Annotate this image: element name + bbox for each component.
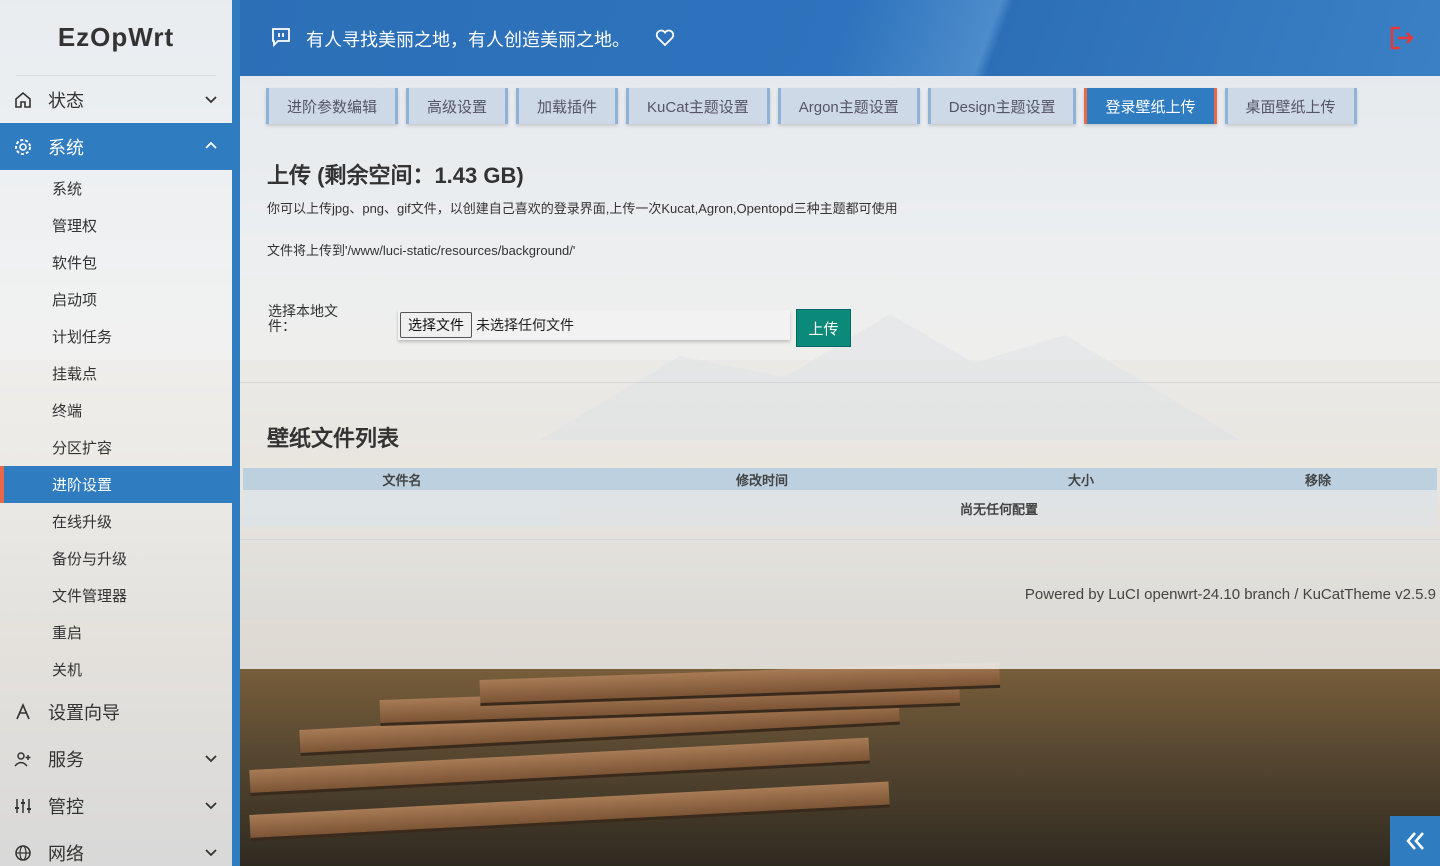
sidebar-subitem-crontab[interactable]: 计划任务	[0, 318, 232, 355]
tab-advanced-params[interactable]: 进阶参数编辑	[266, 88, 399, 124]
file-input[interactable]: 选择文件 未选择任何文件	[398, 310, 790, 340]
chevron-down-icon	[205, 849, 217, 857]
file-status-text: 未选择任何文件	[476, 317, 574, 333]
users-icon	[12, 748, 34, 770]
sidebar: EzOpWrt 状态 系统 系统 管理权 软件包 启动项 计划任务 挂载点 终端…	[0, 0, 240, 866]
chevron-down-icon	[205, 755, 217, 763]
sidebar-subitem-packages[interactable]: 软件包	[0, 244, 232, 281]
sidebar-item-network[interactable]: 网络	[0, 829, 232, 866]
sidebar-subitem-partexp[interactable]: 分区扩容	[0, 429, 232, 466]
choose-file-button[interactable]: 选择文件	[400, 312, 472, 338]
sidebar-subitem-admin[interactable]: 管理权	[0, 207, 232, 244]
chevron-down-icon	[205, 96, 217, 104]
sidebar-subitem-advanced[interactable]: 进阶设置	[0, 466, 232, 503]
wizard-icon	[12, 701, 34, 723]
empty-cell	[243, 490, 561, 526]
column-header-modified: 修改时间	[735, 472, 788, 488]
empty-table-message: 尚无任何配置	[561, 490, 1437, 526]
sidebar-item-system[interactable]: 系统	[0, 123, 232, 170]
file-field-label: 选择本地文件：	[268, 303, 338, 334]
divider	[240, 539, 1440, 540]
sidebar-item-label: 管控	[48, 796, 84, 817]
upload-description: 你可以上传jpg、png、gif文件，以创建自己喜欢的登录界面,上传一次Kuca…	[267, 201, 898, 216]
sidebar-subitem-backup[interactable]: 备份与升级	[0, 540, 232, 577]
tab-advanced-settings[interactable]: 高级设置	[406, 88, 509, 124]
logout-icon[interactable]	[1388, 24, 1416, 52]
sliders-icon	[12, 795, 34, 817]
home-icon	[12, 89, 34, 111]
column-header-remove: 移除	[1304, 472, 1331, 488]
footer-text: Powered by LuCI openwrt-24.10 branch / K…	[1024, 586, 1436, 603]
column-header-size: 大小	[1067, 472, 1094, 488]
sidebar-item-services[interactable]: 服务	[0, 735, 232, 782]
sidebar-item-status[interactable]: 状态	[0, 76, 232, 123]
tab-design-theme[interactable]: Design主题设置	[927, 88, 1077, 124]
upload-button[interactable]: 上传	[796, 309, 851, 347]
upload-path-note: 文件将上传到'/www/luci-static/resources/backgr…	[267, 243, 576, 258]
collapse-sidebar-button[interactable]	[1390, 816, 1440, 866]
sidebar-item-wizard[interactable]: 设置向导	[0, 688, 232, 735]
sidebar-subitem-mounts[interactable]: 挂载点	[0, 355, 232, 392]
sidebar-item-label: 状态	[48, 90, 84, 111]
gear-icon	[12, 136, 34, 158]
system-submenu: 系统 管理权 软件包 启动项 计划任务 挂载点 终端 分区扩容 进阶设置 在线升…	[0, 170, 232, 688]
sidebar-item-label: 服务	[48, 749, 84, 770]
sidebar-subitem-filemanager[interactable]: 文件管理器	[0, 577, 232, 614]
brand-logo: EzOpWrt	[16, 0, 216, 76]
table-row: 尚无任何配置	[243, 490, 1437, 526]
message-icon	[272, 28, 290, 48]
tab-argon-theme[interactable]: Argon主题设置	[777, 88, 920, 124]
sidebar-item-label: 系统	[48, 137, 84, 158]
top-header: 有人寻找美丽之地，有人创造美丽之地。	[240, 0, 1440, 76]
wallpaper-table: 文件名 修改时间 大小 移除 尚无任何配置	[243, 468, 1437, 526]
header-motto: 有人寻找美丽之地，有人创造美丽之地。	[306, 30, 630, 50]
tab-load-plugins[interactable]: 加载插件	[516, 88, 619, 124]
double-chevron-left-icon	[1406, 832, 1424, 850]
sidebar-subitem-terminal[interactable]: 终端	[0, 392, 232, 429]
chevron-up-icon	[205, 141, 217, 149]
tab-desktop-wallpaper[interactable]: 桌面壁纸上传	[1224, 88, 1357, 124]
sidebar-subitem-startup[interactable]: 启动项	[0, 281, 232, 318]
globe-icon	[12, 842, 34, 864]
sidebar-item-label: 设置向导	[48, 702, 120, 723]
tab-kucat-theme[interactable]: KuCat主题设置	[626, 88, 770, 124]
sidebar-subitem-poweroff[interactable]: 关机	[0, 651, 232, 688]
sidebar-subitem-reboot[interactable]: 重启	[0, 614, 232, 651]
divider	[240, 382, 1440, 383]
wallpaper-list-title: 壁纸文件列表	[267, 426, 400, 451]
upload-title: 上传 (剩余空间：1.43 GB)	[267, 163, 524, 188]
table-header: 文件名 修改时间 大小 移除	[243, 468, 1437, 490]
tab-login-wallpaper[interactable]: 登录壁纸上传	[1084, 88, 1217, 124]
column-header-filename: 文件名	[382, 472, 422, 488]
heart-icon[interactable]	[654, 27, 676, 49]
tab-bar: 进阶参数编辑 高级设置 加载插件 KuCat主题设置 Argon主题设置 Des…	[266, 88, 1357, 124]
sidebar-subitem-online-upgrade[interactable]: 在线升级	[0, 503, 232, 540]
main-content: 进阶参数编辑 高级设置 加载插件 KuCat主题设置 Argon主题设置 Des…	[240, 76, 1440, 669]
chevron-down-icon	[205, 802, 217, 810]
sidebar-item-label: 网络	[48, 843, 84, 864]
sidebar-item-control[interactable]: 管控	[0, 782, 232, 829]
sidebar-subitem-system[interactable]: 系统	[0, 170, 232, 207]
